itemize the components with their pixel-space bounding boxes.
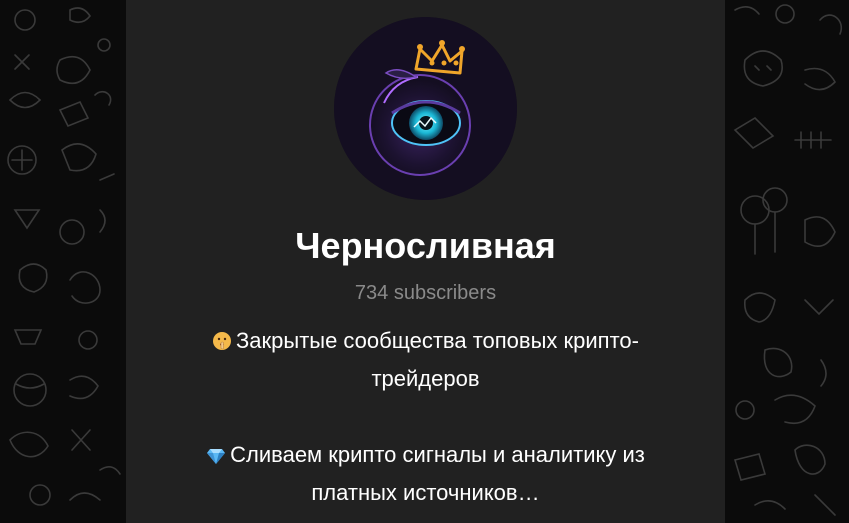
background-pattern-left (0, 0, 126, 523)
background-pattern-right (725, 0, 849, 523)
subscriber-count: 734 subscribers (354, 282, 497, 304)
channel-card: Черносливная 734 subscribers Закрытые со… (126, 0, 725, 523)
shushing-face-icon (212, 331, 232, 351)
description-text-2: Сливаем крипто сигналы и аналитику из пл… (230, 442, 645, 505)
description-line-2: Сливаем крипто сигналы и аналитику из пл… (166, 436, 685, 512)
channel-title: Черносливная (295, 225, 556, 266)
description-text-1: Закрытые сообщества топовых крипто-трейд… (236, 328, 639, 391)
channel-avatar[interactable] (334, 17, 517, 200)
crowned-eye-plum-icon (334, 17, 517, 200)
description-line-1: Закрытые сообщества топовых крипто-трейд… (166, 322, 685, 398)
gem-icon (206, 445, 226, 465)
telegram-channel-preview: Черносливная 734 subscribers Закрытые со… (0, 0, 849, 523)
